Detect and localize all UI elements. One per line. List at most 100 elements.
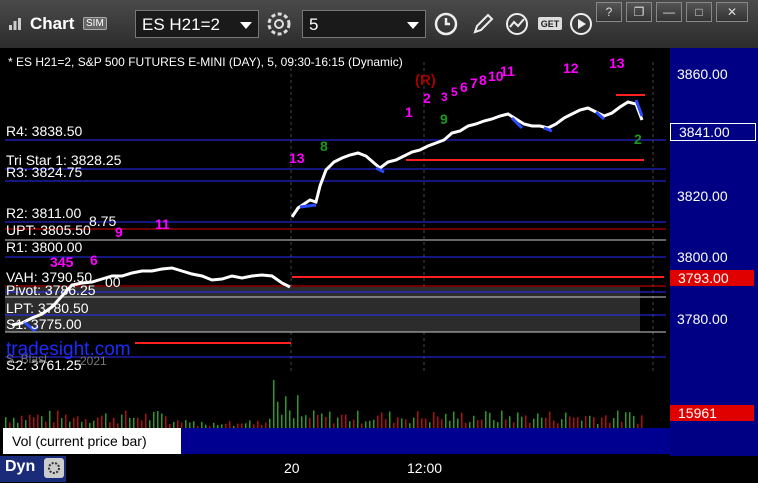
volume-bar xyxy=(417,411,419,428)
volume-bar xyxy=(105,413,107,428)
volume-bar xyxy=(25,420,27,428)
maximize-button[interactable]: □ xyxy=(686,2,712,22)
volume-bar xyxy=(405,419,407,428)
td-marker: 2 xyxy=(423,90,431,106)
volume-bar xyxy=(153,411,155,428)
volume-bar xyxy=(5,417,7,428)
indicators-button[interactable] xyxy=(503,10,531,38)
volume-bar xyxy=(493,420,495,428)
volume-bar xyxy=(533,418,535,428)
restore-button[interactable]: ❐ xyxy=(626,2,652,22)
level-r2: R2: 3811.00 xyxy=(6,205,82,221)
minimize-icon: — xyxy=(663,5,675,19)
gear-icon xyxy=(48,462,60,474)
chart-header: * ES H21=2, S&P 500 FUTURES E-MINI (DAY)… xyxy=(8,55,403,69)
volume-bar xyxy=(313,410,315,428)
volume-bar xyxy=(349,421,351,428)
volume-bar xyxy=(141,420,143,428)
time-axis[interactable] xyxy=(0,456,758,482)
volume-bar xyxy=(293,418,295,428)
settings-button[interactable] xyxy=(265,10,293,38)
maximize-icon: □ xyxy=(695,5,703,19)
volume-bar xyxy=(41,416,43,428)
volume-bar xyxy=(613,417,615,428)
volume-bar xyxy=(185,420,187,428)
volume-value-tag: 15961 xyxy=(670,405,754,421)
time-label: 20 xyxy=(284,460,300,476)
volume-bar xyxy=(341,414,343,428)
volume-bar xyxy=(457,418,459,428)
volume-bar xyxy=(585,416,587,428)
volume-bar xyxy=(461,412,463,428)
volume-bar xyxy=(625,412,627,428)
volume-bar xyxy=(453,411,455,428)
volume-bar xyxy=(317,414,319,428)
volume-bar xyxy=(301,416,303,428)
volume-bar xyxy=(281,414,283,428)
volume-bar xyxy=(177,420,179,428)
volume-bar xyxy=(401,418,403,428)
volume-bar xyxy=(85,419,87,428)
volume-bar xyxy=(325,416,327,428)
volume-bar xyxy=(601,417,603,428)
td-marker: 11 xyxy=(155,216,170,232)
volume-bar xyxy=(65,414,67,428)
volume-bar xyxy=(553,420,555,428)
level-partial: 8.75 xyxy=(89,213,117,229)
volume-bar xyxy=(437,416,439,428)
close-icon[interactable]: ✕ xyxy=(170,429,180,443)
pencil-icon xyxy=(473,13,494,34)
question-icon: ? xyxy=(605,5,613,19)
get-icon: GET xyxy=(538,17,562,30)
volume-bar xyxy=(113,417,115,428)
sim-badge: SIM xyxy=(83,17,107,30)
marker-price-tag: 3793.00 xyxy=(670,270,754,286)
volume-bar xyxy=(273,380,275,428)
window-menu-button[interactable]: ? xyxy=(596,2,622,22)
volume-bar xyxy=(49,410,51,428)
volume-bar xyxy=(549,411,551,428)
volume-bar xyxy=(21,415,23,428)
volume-bar xyxy=(365,421,367,428)
minimize-button[interactable]: — xyxy=(656,2,682,22)
volume-bar xyxy=(137,417,139,428)
volume-bar xyxy=(477,420,479,428)
volume-bar xyxy=(517,412,519,428)
volume-bar xyxy=(305,415,307,428)
volume-bar xyxy=(505,419,507,428)
play-button[interactable] xyxy=(567,10,595,38)
volume-bar xyxy=(373,419,375,428)
volume-bar xyxy=(353,419,355,428)
td-marker: 6 xyxy=(460,79,468,95)
td-marker: 7 xyxy=(470,75,478,91)
chart-app-icon xyxy=(9,18,21,30)
volume-bar xyxy=(629,412,631,428)
volume-bar xyxy=(193,421,195,428)
dyn-label: Dyn xyxy=(5,458,36,475)
level-r1: R1: 3800.00 xyxy=(6,239,83,255)
level-partial: 00 xyxy=(105,274,121,290)
close-button[interactable]: ✕ xyxy=(716,2,748,22)
volume-bar xyxy=(33,417,35,428)
volume-bar xyxy=(589,415,591,428)
level-upt: UPT: 3805.50 xyxy=(6,222,91,238)
td-marker-green: 2 xyxy=(634,131,642,147)
get-button[interactable]: GET xyxy=(536,10,564,38)
td-marker: 5 xyxy=(451,85,458,99)
volume-bar xyxy=(277,401,279,428)
volume-bar xyxy=(481,419,483,428)
volume-bar xyxy=(633,416,635,428)
interval-dropdown[interactable]: 5 xyxy=(302,10,426,38)
volume-bar xyxy=(165,416,167,428)
window-title: Chart xyxy=(30,14,75,33)
clock-button[interactable] xyxy=(432,10,460,38)
volume-bar xyxy=(489,412,491,428)
volume-bar xyxy=(369,420,371,428)
draw-button[interactable] xyxy=(469,10,497,38)
volume-label: Vol (current price bar) xyxy=(3,428,181,454)
symbol-dropdown[interactable]: ES H21=2 xyxy=(135,10,259,38)
volume-bar xyxy=(565,412,567,428)
volume-bar xyxy=(257,420,259,428)
price-plot[interactable] xyxy=(3,48,670,373)
dyn-settings-button[interactable] xyxy=(44,458,64,478)
